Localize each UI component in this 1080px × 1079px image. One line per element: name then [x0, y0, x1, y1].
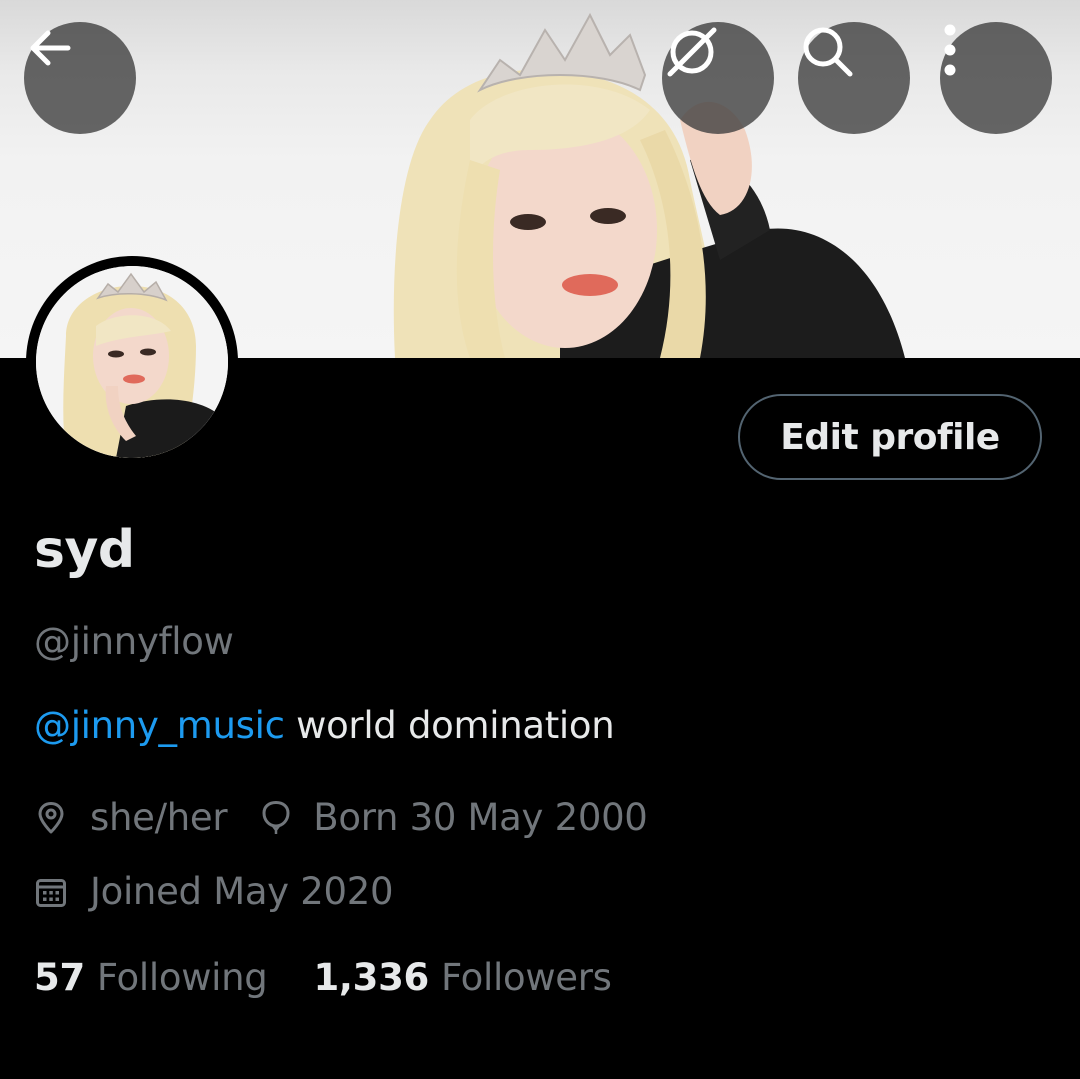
calendar-icon — [36, 878, 66, 907]
avatar[interactable] — [26, 256, 238, 468]
joined-item: Joined May 2020 — [34, 870, 394, 913]
avatar-image — [36, 266, 228, 458]
following-count: 57 — [34, 956, 85, 999]
followers-link[interactable]: 1,336 Followers — [313, 956, 611, 999]
following-link[interactable]: 57 Following — [34, 956, 268, 999]
user-handle: @jinnyflow — [34, 620, 234, 663]
followers-count: 1,336 — [313, 956, 430, 999]
pronouns-text: she/her — [90, 796, 228, 839]
location-pin-icon — [38, 801, 64, 833]
display-name: syd — [34, 520, 135, 580]
bio: @jinny_music world domination — [34, 704, 615, 747]
followers-label: Followers — [441, 956, 612, 999]
bio-mention-link[interactable]: @jinny_music — [34, 704, 285, 747]
grok-icon — [667, 27, 717, 77]
more-options-button[interactable] — [940, 22, 1052, 134]
follow-stats: 57 Following 1,336 Followers — [34, 956, 612, 999]
search-icon — [803, 27, 853, 77]
profile-screen: Edit profile syd @jinnyflow @jinny_music… — [0, 0, 1080, 1079]
birthday-text: Born 30 May 2000 — [313, 796, 648, 839]
joined-text: Joined May 2020 — [90, 870, 394, 913]
more-vertical-icon — [944, 24, 956, 76]
profile-meta-row: Joined May 2020 — [34, 870, 394, 913]
arrow-left-icon — [30, 30, 71, 66]
grok-button[interactable] — [662, 22, 774, 134]
bio-text: world domination — [284, 704, 615, 747]
balloon-icon — [262, 800, 290, 834]
location-item: she/her — [34, 796, 228, 839]
birthday-item: Born 30 May 2000 — [261, 796, 648, 839]
profile-meta-row: she/her Born 30 May 2000 — [34, 796, 648, 839]
search-button[interactable] — [798, 22, 910, 134]
edit-profile-button[interactable]: Edit profile — [738, 394, 1042, 480]
avatar-photo — [36, 266, 228, 458]
back-button[interactable] — [24, 22, 136, 134]
following-label: Following — [96, 956, 268, 999]
